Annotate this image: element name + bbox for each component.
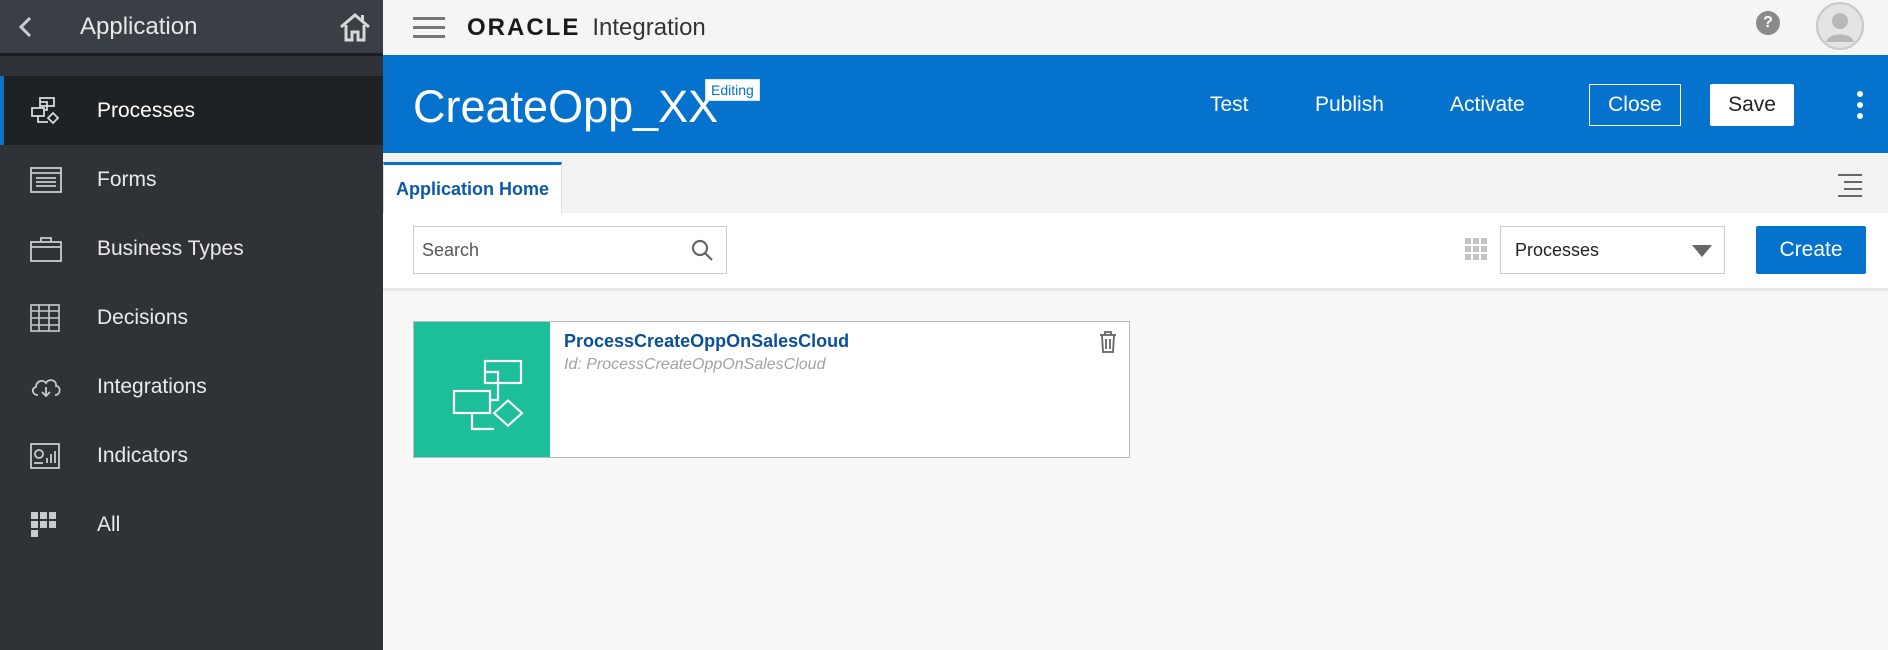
sidebar-header: Application	[0, 0, 383, 56]
sidebar-item-label: Forms	[97, 167, 157, 191]
search-box	[413, 226, 727, 274]
table-icon	[30, 303, 80, 332]
editing-badge: Editing	[705, 79, 760, 101]
chart-icon	[30, 442, 80, 469]
sidebar-item-forms[interactable]: Forms	[0, 145, 383, 214]
chevron-down-icon	[1692, 245, 1712, 257]
type-filter-select[interactable]: Processes	[1500, 226, 1725, 274]
sidebar-item-indicators[interactable]: Indicators	[0, 421, 383, 490]
process-card[interactable]: ProcessCreateOppOnSalesCloud Id: Process…	[413, 321, 1130, 458]
sidebar-item-all[interactable]: All	[0, 490, 383, 559]
page-title: CreateOpp_XX	[413, 81, 719, 132]
sidebar-item-decisions[interactable]: Decisions	[0, 283, 383, 352]
toolbar: Processes Create	[383, 213, 1888, 291]
sidebar-item-processes[interactable]: Processes	[0, 76, 383, 145]
tab-application-home[interactable]: Application Home	[383, 162, 562, 213]
briefcase-icon	[30, 236, 80, 262]
sidebar-item-label: Indicators	[97, 443, 189, 467]
grid-view-icon[interactable]	[1465, 238, 1487, 260]
tab-strip: Application Home	[383, 153, 1888, 213]
activate-button[interactable]: Activate	[1450, 93, 1525, 117]
hamburger-menu-icon[interactable]	[413, 17, 445, 38]
sidebar-nav: Processes Forms Business Types Decisions…	[0, 76, 383, 559]
more-options-icon[interactable]	[1857, 91, 1863, 119]
product-name: Integration	[592, 13, 706, 41]
publish-button[interactable]: Publish	[1315, 93, 1384, 117]
process-id: Id: ProcessCreateOppOnSalesCloud	[564, 356, 826, 373]
cloud-icon	[30, 375, 80, 399]
list-menu-icon[interactable]	[1838, 174, 1862, 197]
process-icon	[30, 96, 80, 126]
back-button[interactable]	[0, 0, 50, 55]
close-button[interactable]: Close	[1589, 84, 1681, 126]
trash-icon[interactable]	[1099, 331, 1117, 353]
process-name[interactable]: ProcessCreateOppOnSalesCloud	[564, 331, 849, 352]
chevron-left-icon	[18, 16, 32, 37]
search-icon[interactable]	[690, 238, 714, 262]
create-button[interactable]: Create	[1756, 226, 1866, 274]
sidebar-item-integrations[interactable]: Integrations	[0, 352, 383, 421]
top-bar: ORACLE Integration ?	[383, 0, 1888, 55]
sidebar-item-label: Integrations	[97, 374, 207, 398]
grid-icon	[30, 511, 80, 539]
search-input[interactable]	[414, 227, 674, 273]
home-button[interactable]	[327, 0, 383, 55]
sidebar-item-business-types[interactable]: Business Types	[0, 214, 383, 283]
user-icon	[1826, 13, 1854, 42]
test-button[interactable]: Test	[1210, 93, 1249, 117]
type-filter-value: Processes	[1515, 239, 1600, 260]
process-card-thumbnail	[414, 322, 550, 457]
save-button[interactable]: Save	[1710, 84, 1794, 126]
form-icon	[30, 166, 80, 193]
home-icon	[340, 12, 370, 41]
oracle-logo: ORACLE	[467, 13, 581, 41]
help-icon[interactable]: ?	[1756, 11, 1780, 35]
sidebar-item-label: Processes	[97, 98, 196, 122]
sidebar-title: Application	[80, 12, 198, 40]
process-icon	[452, 359, 524, 430]
sidebar-item-label: Decisions	[97, 305, 189, 329]
avatar[interactable]	[1816, 2, 1864, 50]
sidebar: Application Processes Forms Business Typ…	[0, 0, 383, 650]
application-header: CreateOpp_XX Editing Test Publish Activa…	[383, 55, 1888, 153]
sidebar-item-label: All	[97, 512, 121, 536]
sidebar-item-label: Business Types	[97, 236, 244, 260]
